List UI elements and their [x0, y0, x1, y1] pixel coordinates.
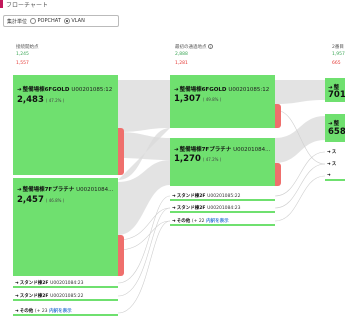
small-row-c3-2[interactable]: ➜ス	[327, 161, 336, 167]
node-c3-b-title: ➜整	[328, 119, 339, 127]
node-c1-platinum-name: 整備場棟7Fプラチナ	[22, 187, 75, 193]
arrow-right-icon: ➜	[17, 187, 22, 193]
arrow-right-icon: ➜	[174, 87, 179, 93]
node-c2-platinum-code: U00201084...	[233, 147, 271, 153]
small-row-c1-3-bar	[13, 314, 118, 316]
node-c2-platinum-pct: ( 47.2% )	[202, 157, 222, 162]
node-c3-a[interactable]: ➜整 701	[325, 78, 345, 102]
arrow-right-icon: ➜	[174, 147, 179, 153]
flow-c1b-c2b	[118, 160, 170, 235]
node-c2-platinum-dropoff[interactable]	[275, 163, 281, 186]
node-c1-platinum-pct: ( 46.8% )	[45, 198, 65, 203]
node-c1-gold-pct: ( 47.2% )	[45, 98, 65, 103]
node-c1-gold-dropoff[interactable]	[118, 128, 124, 175]
flow-c1a-c2b	[118, 132, 170, 160]
node-c1-gold-name: 整備場棟6FGOLD	[22, 87, 70, 93]
flow-c2a-c3a	[275, 80, 325, 104]
node-c2-gold-title: ➜整備場棟6FGOLD U00201085:12	[174, 85, 269, 93]
node-c1-gold-title: ➜整備場棟6FGOLD U00201085:12	[17, 85, 112, 93]
node-c2-platinum-count-row: 1,270( 47.2% )	[174, 154, 221, 164]
small-row-c3-2-title: ス	[331, 162, 337, 167]
node-c1-platinum-count-row: 2,457( 46.8% )	[17, 195, 64, 205]
small-row-c3-3-bar	[325, 179, 345, 181]
node-c1-platinum-count: 2,457	[17, 195, 44, 205]
small-row-c3-1[interactable]: ➜ス	[327, 149, 336, 155]
node-c2-gold-count: 1,307	[174, 94, 201, 104]
small-row-c2-3-bar	[170, 224, 275, 226]
small-row-c3-1-title: ス	[331, 150, 337, 155]
node-c1-platinum[interactable]: ➜整備場棟7Fプラチナ U00201084... 2,457( 46.8% )	[13, 178, 118, 276]
small-row-c1-1-bar	[13, 286, 118, 288]
arrow-right-icon: ➜	[17, 87, 22, 93]
node-c1-gold[interactable]: ➜整備場棟6FGOLD U00201085:12 2,483( 47.2% )	[13, 75, 118, 175]
node-c2-platinum-title: ➜整備場棟7Fプラチナ U00201084...	[174, 145, 270, 153]
flow-c1a-c2a	[118, 80, 170, 132]
node-c2-gold-code: U00201085:12	[228, 87, 270, 93]
flow-c2b-c3b	[275, 116, 325, 163]
small-row-c2-1-bar	[170, 199, 275, 201]
node-c2-gold[interactable]: ➜整備場棟6FGOLD U00201085:12 1,307( 49.8% )	[170, 75, 275, 128]
arrow-right-icon: ➜	[327, 173, 331, 178]
node-c3-a-count: 701	[328, 90, 345, 100]
small-row-c2-2-bar	[170, 211, 275, 213]
arrow-right-icon: ➜	[327, 162, 331, 167]
node-c2-gold-name: 整備場棟6FGOLD	[179, 87, 227, 93]
node-c1-gold-count-row: 2,483( 47.2% )	[17, 95, 64, 105]
node-c3-b-count: 658	[328, 127, 345, 137]
node-c2-gold-dropoff[interactable]	[275, 104, 281, 128]
node-c1-platinum-code: U00201084...	[76, 187, 114, 193]
node-c1-platinum-dropoff[interactable]	[118, 235, 124, 276]
node-c2-gold-count-row: 1,307( 49.8% )	[174, 94, 221, 104]
node-c2-platinum[interactable]: ➜整備場棟7Fプラチナ U00201084... 1,270( 47.2% )	[170, 138, 275, 186]
node-c2-platinum-count: 1,270	[174, 154, 201, 164]
node-c1-gold-code: U00201085:12	[71, 87, 113, 93]
arrow-right-icon: ➜	[327, 150, 331, 155]
node-c1-gold-count: 2,483	[17, 95, 44, 105]
node-c3-b[interactable]: ➜整 658	[325, 114, 345, 142]
node-c2-platinum-name: 整備場棟7Fプラチナ	[179, 147, 232, 153]
node-c2-gold-pct: ( 49.8% )	[202, 97, 222, 102]
small-row-c3-3[interactable]: ➜	[327, 173, 332, 178]
small-row-c1-2-bar	[13, 299, 118, 301]
node-c1-platinum-title: ➜整備場棟7Fプラチナ U00201084...	[17, 185, 113, 193]
